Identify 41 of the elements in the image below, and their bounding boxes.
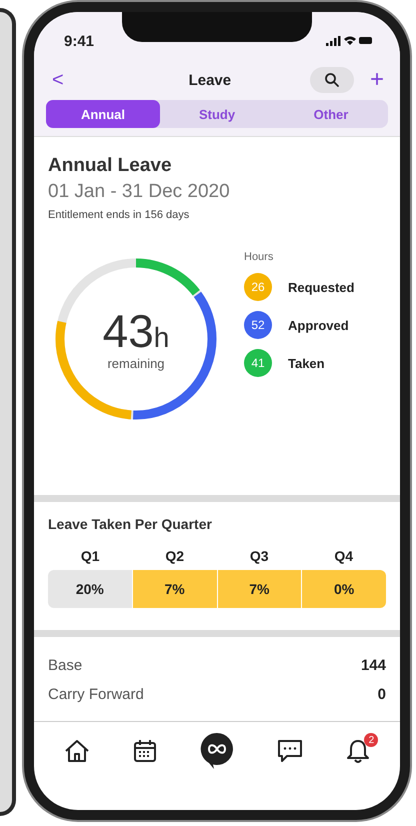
- tab[interactable]: Annual: [46, 100, 160, 128]
- quarter-label: Q4: [333, 548, 354, 564]
- add-button[interactable]: +: [366, 68, 388, 92]
- quarter-value: 7%: [132, 570, 216, 608]
- legend-label: Approved: [288, 318, 349, 332]
- status-time: 9:41: [64, 32, 94, 50]
- date-range: 01 Jan - 31 Dec 2020: [48, 181, 231, 203]
- search-button[interactable]: [310, 67, 354, 93]
- legend-dot: 26: [244, 273, 272, 301]
- legend-dot: 52: [244, 311, 272, 339]
- balance-value: 144: [360, 657, 386, 674]
- search-icon: [324, 72, 340, 88]
- tab[interactable]: Study: [160, 100, 274, 128]
- quarter-value: 7%: [218, 570, 302, 608]
- remaining-label: remaining: [107, 356, 165, 370]
- card-title: Annual Leave: [48, 155, 173, 177]
- chat-icon[interactable]: [277, 738, 304, 764]
- legend-title: Hours: [244, 251, 274, 263]
- quarter-value: 20%: [48, 570, 132, 608]
- notification-badge: 2: [364, 733, 378, 747]
- status-icons: [326, 35, 374, 47]
- back-button[interactable]: <: [46, 68, 70, 92]
- quarter-label: Q2: [164, 548, 186, 564]
- screen-title: Leave: [188, 72, 232, 88]
- quarter-label: Q1: [80, 548, 101, 564]
- legend-label: Requested: [288, 280, 354, 294]
- legend-dot: 41: [244, 349, 272, 377]
- quarter-label: Q3: [248, 548, 270, 564]
- infinity-chat-icon[interactable]: [200, 732, 234, 770]
- legend-label: Taken: [288, 356, 325, 370]
- remaining-hours: 43h: [102, 308, 170, 354]
- home-icon[interactable]: [64, 739, 90, 763]
- calendar-icon[interactable]: [132, 739, 157, 763]
- tab[interactable]: Other: [274, 100, 388, 128]
- section-title: Leave Taken Per Quarter: [48, 516, 213, 532]
- bell-icon[interactable]: [346, 738, 370, 764]
- balance-value: 0: [378, 686, 386, 703]
- balance-label: Carry Forward: [48, 686, 144, 703]
- entitlement-note: Entitlement ends in 156 days: [48, 209, 190, 221]
- balance-label: Base: [48, 657, 82, 674]
- quarter-value: 0%: [302, 570, 386, 608]
